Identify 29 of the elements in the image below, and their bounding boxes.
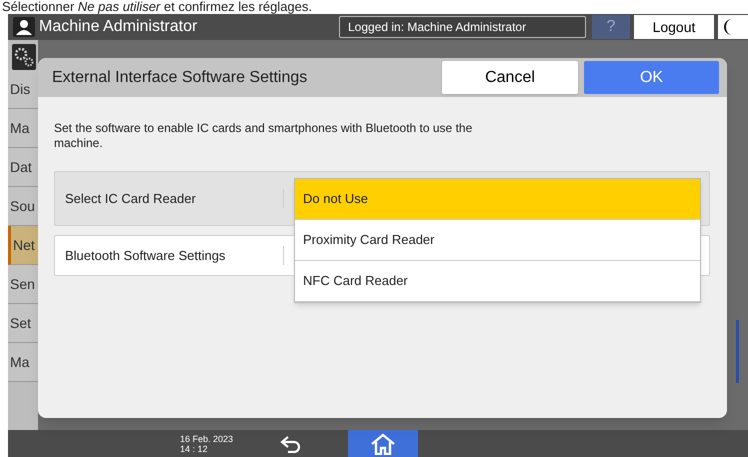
cancel-button[interactable]: Cancel (442, 61, 578, 94)
scrollbar[interactable] (736, 320, 739, 383)
setting-label: Bluetooth Software Settings (55, 246, 284, 266)
sidebar-item[interactable]: Dat (8, 148, 38, 187)
user-icon (13, 17, 35, 37)
ok-button[interactable]: OK (584, 61, 719, 94)
date-text: 16 Feb. 2023 (180, 434, 234, 444)
sidebar-item[interactable]: Sen (8, 265, 38, 304)
home-button[interactable] (348, 430, 418, 457)
setting-label: Select IC Card Reader (55, 188, 284, 208)
dropdown-option[interactable]: Do not Use (295, 179, 700, 220)
home-icon (370, 432, 396, 454)
dropdown-option[interactable]: Proximity Card Reader (295, 220, 700, 261)
time-text: 14 : 12 (180, 444, 209, 454)
sidebar-item[interactable]: Set (8, 304, 38, 343)
dialog-title: External Interface Software Settings (52, 68, 308, 88)
sidebar-item[interactable]: Sou (8, 187, 38, 226)
login-status-field[interactable]: Logged in: Machine Administrator (339, 16, 586, 38)
sidebar-item[interactable]: Net (8, 226, 38, 265)
dropdown-option[interactable]: NFC Card Reader (295, 261, 700, 302)
sidebar-item[interactable]: Ma (8, 109, 38, 148)
back-icon[interactable] (280, 434, 302, 452)
logout-button[interactable]: Logout (634, 15, 714, 39)
caption-text: Sélectionner Ne pas utiliser et confirmez les réglages. (1, 0, 313, 14)
sidebar-item[interactable]: Dis (8, 70, 38, 109)
window-title: Machine Administrator (39, 19, 198, 35)
gear-icon[interactable] (12, 44, 36, 70)
sidebar-item[interactable]: Ma (8, 343, 38, 382)
description-text: Set the software to enable IC cards and smartphones with Bluetooth to use the machine. (54, 121, 474, 151)
